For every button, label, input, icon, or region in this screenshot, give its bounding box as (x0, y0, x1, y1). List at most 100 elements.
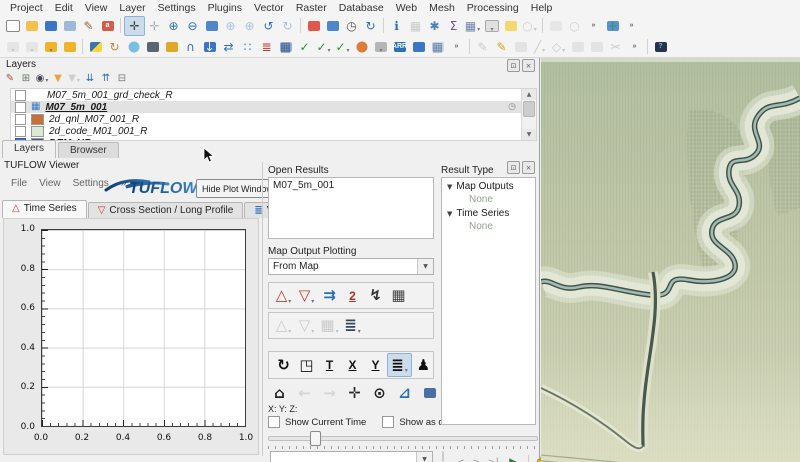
tab-browser[interactable]: Browser (58, 142, 119, 158)
checkbox-box[interactable] (268, 416, 280, 428)
menu-plugins[interactable]: Plugins (202, 1, 248, 15)
menu-layer[interactable]: Layer (113, 1, 151, 15)
new-bookmark-icon[interactable] (304, 17, 323, 35)
plot-legend-options-icon[interactable]: ≣▾ (341, 315, 364, 337)
add-layer-group-icon[interactable]: ▾ (41, 38, 60, 56)
flood-modeller-icon[interactable] (409, 38, 428, 56)
panel-splitter[interactable] (262, 162, 263, 456)
python-console-icon[interactable] (86, 38, 105, 56)
nav-save-icon[interactable] (418, 382, 441, 404)
tree-child-item[interactable]: None (442, 219, 535, 232)
checkbox-box[interactable] (382, 416, 394, 428)
chevron-down-icon[interactable]: ▼ (417, 259, 433, 274)
attachment-clip-icon[interactable]: ▾ (371, 38, 390, 56)
plot-figure[interactable]: 0.00.20.40.60.81.0 1.00.80.60.40.20.0 (3, 218, 259, 455)
temporal-controller-icon[interactable]: ◷ (342, 17, 361, 35)
play-button[interactable]: ▶ (509, 455, 518, 462)
scroll-up-icon[interactable]: ▲ (522, 89, 536, 100)
plot-flux-line-icon[interactable]: ⇉ (318, 285, 341, 307)
statistics-sigma-icon[interactable]: Σ (444, 17, 463, 35)
zoom-out-icon[interactable]: ⊖ (183, 17, 202, 35)
result-type-tree[interactable]: ▼Map OutputsNone▼Time SeriesNone (441, 177, 536, 425)
pan-map-icon[interactable]: ✛ (124, 16, 145, 36)
plot-timeseries-icon[interactable]: △▾ (272, 285, 295, 307)
show-current-time-checkbox[interactable]: Show Current Time (268, 416, 366, 428)
slider-handle[interactable] (310, 431, 321, 446)
secondary-axis-icon[interactable]: 2 (341, 285, 364, 307)
menu-edit[interactable]: Edit (49, 1, 79, 15)
overflow-2-icon[interactable]: » (622, 17, 641, 35)
identify-features-icon[interactable]: ℹ (387, 17, 406, 35)
step-forward-button[interactable]: > (473, 457, 479, 462)
open-results-list[interactable]: M07_5m_001 (268, 177, 434, 239)
zoom-last-icon[interactable]: ↺ (259, 17, 278, 35)
layer-list-scrollbar[interactable]: ▲ ▼ (521, 89, 536, 140)
step-first-button[interactable]: |< (440, 451, 449, 462)
raster-grid-icon[interactable]: ▦ (276, 38, 295, 56)
legend-list-icon[interactable]: ≣ (257, 38, 276, 56)
save-project-as-icon[interactable] (60, 17, 79, 35)
measure-ruler-icon[interactable]: ▾ (482, 17, 501, 35)
tree-child-item[interactable]: None (442, 192, 535, 205)
menu-processing[interactable]: Processing (461, 1, 525, 15)
layer-visibility-checkbox[interactable] (15, 126, 26, 137)
tab-time-series[interactable]: △Time Series (2, 200, 87, 218)
step-last-button[interactable]: >| (488, 457, 500, 462)
clear-plot-icon[interactable]: ◳ (295, 354, 318, 376)
check-geometry-icon[interactable]: ✓ (295, 38, 314, 56)
plot-table-icon[interactable]: ▦ (387, 285, 410, 307)
plot-cross-section-icon[interactable]: ▽▾ (295, 285, 318, 307)
float-panel-icon[interactable]: ⊡ (507, 161, 520, 174)
collapse-all-icon[interactable]: ⇈ (98, 71, 114, 86)
map-output-combo[interactable]: From Map ▼ (268, 258, 434, 275)
show-bookmarks-icon[interactable] (323, 17, 342, 35)
remove-layer-icon[interactable]: ⊟ (114, 71, 130, 86)
menu-raster[interactable]: Raster (290, 1, 333, 15)
osm-tools-icon[interactable]: ↻ (105, 38, 124, 56)
tuflow-arch-icon[interactable]: ∩ (181, 38, 200, 56)
filter-legend-icon[interactable]: ▼ (50, 71, 66, 86)
select-arrow-icon[interactable] (143, 38, 162, 56)
tab-layers[interactable]: Layers (2, 140, 56, 158)
manage-map-themes-icon[interactable]: ◉▾ (34, 71, 50, 86)
tab-cross-section-long-profile[interactable]: ▽Cross Section / Long Profile (88, 202, 244, 218)
layer-visibility-checkbox[interactable] (15, 90, 26, 101)
close-panel-icon[interactable]: × (522, 59, 535, 72)
tuflow-menu-file[interactable]: File (6, 178, 32, 189)
overflow-4-icon[interactable]: » (625, 38, 644, 56)
tcf-points-icon[interactable]: ∷ (238, 38, 257, 56)
nav-pan-icon[interactable]: ✛ (343, 382, 366, 404)
open-project-icon[interactable] (22, 17, 41, 35)
layer-row[interactable]: ▦M07_5m_001◷ (11, 101, 536, 113)
freeze-x-axis-icon[interactable]: X (341, 354, 364, 376)
grid-tool-icon[interactable]: ▦ (428, 38, 447, 56)
menu-database[interactable]: Database (333, 1, 390, 15)
layer-visibility-checkbox[interactable] (15, 114, 26, 125)
overflow-3-icon[interactable]: » (447, 38, 466, 56)
toggle-editing-icon[interactable]: ✎ (492, 38, 511, 56)
plot-config-icon[interactable]: ⊿ (393, 382, 416, 404)
refresh-plot-icon[interactable]: ↻ (272, 354, 295, 376)
menu-web[interactable]: Web (390, 1, 423, 15)
layer-row[interactable]: 2d_code_M01_001_R (11, 125, 536, 137)
overflow-1-icon[interactable]: » (584, 17, 603, 35)
new-project-icon[interactable] (3, 17, 22, 35)
project-properties-icon[interactable]: ✎ (79, 17, 98, 35)
scroll-down-icon[interactable]: ▼ (522, 129, 536, 140)
map-refresh-icon[interactable]: ↻ (361, 17, 380, 35)
add-group-icon[interactable]: ⊞ (18, 71, 34, 86)
timestep-combo[interactable]: ▼ (270, 451, 433, 462)
cube-3d-icon[interactable] (162, 38, 181, 56)
tree-expand-icon[interactable]: ▼ (447, 183, 452, 191)
scroll-thumb[interactable] (523, 101, 535, 117)
layer-row[interactable]: M07_5m_001_grd_check_R (11, 89, 536, 101)
freeze-axis-icon[interactable]: T (318, 354, 341, 376)
add-layers-icon[interactable]: + (603, 17, 622, 35)
close-panel-icon[interactable]: × (522, 161, 535, 174)
nav-zoom-icon[interactable]: ⊙ (368, 382, 391, 404)
tree-item[interactable]: ▼Map Outputs (442, 178, 535, 192)
menu-view[interactable]: View (79, 1, 114, 15)
slider-track[interactable] (268, 436, 538, 441)
style-manager-icon[interactable]: a (98, 17, 117, 35)
tuflow-menu-view[interactable]: View (34, 178, 66, 189)
